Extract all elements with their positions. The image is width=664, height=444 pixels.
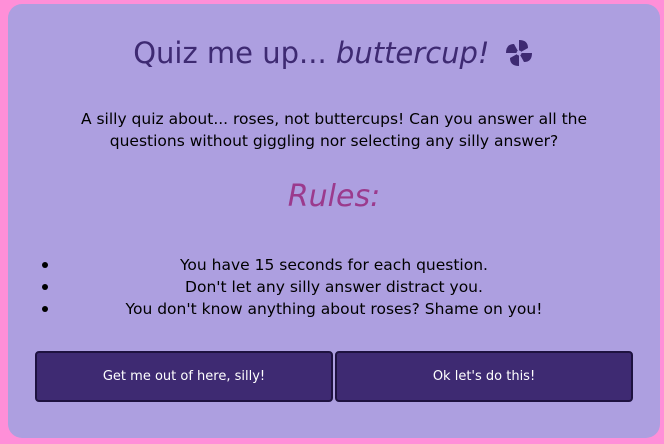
list-item: You don't know anything about roses? Sha… [38, 298, 630, 320]
list-item: You have 15 seconds for each question. [38, 254, 630, 276]
exit-button[interactable]: Get me out of here, silly! [35, 351, 333, 402]
page-title: Quiz me up... buttercup! [8, 35, 660, 71]
title-plain-text: Quiz me up... [133, 36, 336, 70]
rules-list: You have 15 seconds for each question. D… [38, 254, 630, 320]
intro-text: A silly quiz about... roses, not butterc… [80, 110, 588, 150]
title-italic-text: buttercup! [335, 36, 490, 70]
bullet-icon [42, 262, 48, 268]
start-quiz-button[interactable]: Ok let's do this! [335, 351, 633, 402]
rule-text: You don't know anything about roses? Sha… [125, 300, 543, 318]
quiz-intro-card: Quiz me up... buttercup! A silly quiz ab… [8, 4, 660, 438]
rule-text: You have 15 seconds for each question. [180, 256, 488, 274]
pinwheel-icon [503, 37, 535, 69]
bullet-icon [42, 306, 48, 312]
rules-heading: Rules: [287, 179, 381, 214]
list-item: Don't let any silly answer distract you. [38, 276, 630, 298]
rule-text: Don't let any silly answer distract you. [185, 278, 483, 296]
bullet-icon [42, 284, 48, 290]
